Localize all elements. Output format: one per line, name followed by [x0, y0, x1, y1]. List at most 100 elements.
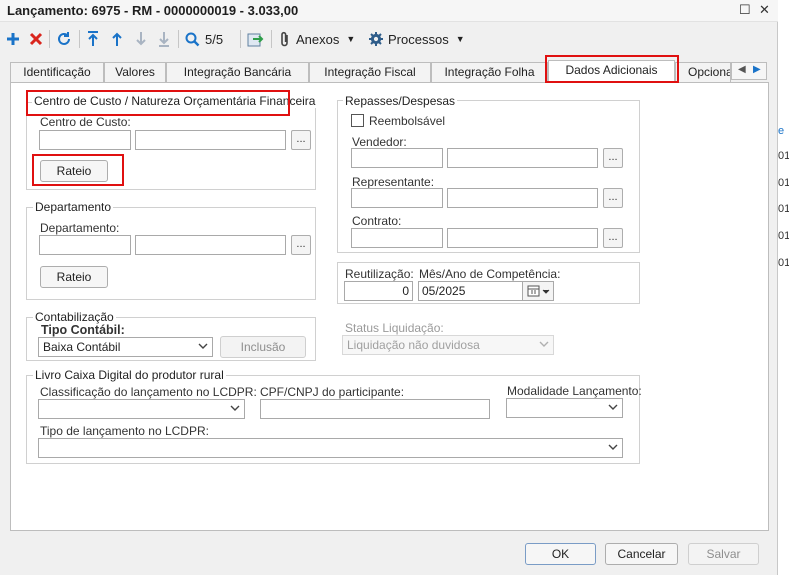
- title-bar: Lançamento: 6975 - RM - 0000000019 - 3.0…: [0, 0, 778, 22]
- classificacao-lcdpr-select[interactable]: [38, 399, 245, 419]
- label-status-liquidacao: Status Liquidação:: [345, 321, 444, 335]
- departamento-description-input[interactable]: [135, 235, 286, 255]
- label-representante: Representante:: [352, 175, 435, 189]
- highlight-box-tab: [545, 55, 679, 83]
- maximize-icon[interactable]: ☐: [739, 2, 751, 18]
- add-icon[interactable]: [6, 28, 20, 50]
- record-position: 5/5: [205, 31, 224, 47]
- delete-icon[interactable]: [29, 28, 43, 50]
- contrato-code-input[interactable]: [351, 228, 443, 248]
- background-cell: 01/: [778, 150, 789, 162]
- export-icon[interactable]: [247, 28, 264, 50]
- refresh-icon[interactable]: [56, 28, 72, 50]
- contrato-lookup-button[interactable]: ...: [603, 228, 623, 248]
- paperclip-icon: [281, 31, 288, 47]
- centro-custo-description-input[interactable]: [135, 130, 286, 150]
- window-title: Lançamento: 6975 - RM - 0000000019 - 3.0…: [7, 3, 299, 18]
- representante-lookup-button[interactable]: ...: [603, 188, 623, 208]
- contrato-description-input[interactable]: [447, 228, 598, 248]
- attachments-label: Anexos: [296, 31, 340, 47]
- chevron-down-icon: [230, 405, 240, 411]
- tipo-contabil-value: Baixa Contábil: [43, 340, 121, 354]
- gear-icon: [369, 32, 383, 46]
- tab-scroll-buttons: ◀ ▶: [731, 62, 767, 80]
- tab-integracao-folha[interactable]: Integração Folha: [431, 62, 548, 82]
- tab-identificacao[interactable]: Identificação: [10, 62, 104, 82]
- tipo-lancamento-lcdpr-select[interactable]: [38, 438, 623, 458]
- group-title-lcdpr: Livro Caixa Digital do produtor rural: [33, 368, 226, 382]
- chevron-right-icon[interactable]: ▶: [753, 64, 761, 75]
- label-departamento: Departamento:: [40, 221, 120, 235]
- next-record-icon: [134, 28, 148, 50]
- vendedor-lookup-button[interactable]: ...: [603, 148, 623, 168]
- background-cell: 01/: [778, 257, 789, 269]
- vendedor-description-input[interactable]: [447, 148, 598, 168]
- chevron-down-icon: [198, 343, 208, 349]
- label-centro-custo: Centro de Custo:: [40, 115, 131, 129]
- label-tipo-lancamento-lcdpr: Tipo de lançamento no LCDPR:: [40, 424, 209, 438]
- reembolsavel-checkbox[interactable]: [351, 114, 364, 127]
- reutilizacao-input[interactable]: 0: [344, 281, 413, 301]
- status-liquidacao-select: Liquidação não duvidosa: [342, 335, 554, 355]
- background-cell: 01/: [778, 230, 789, 242]
- search-icon[interactable]: 5/5: [185, 28, 223, 50]
- centro-custo-code-input[interactable]: [39, 130, 131, 150]
- close-icon[interactable]: ✕: [759, 2, 770, 18]
- label-competencia: Mês/Ano de Competência:: [419, 267, 561, 281]
- departamento-rateio-button[interactable]: Rateio: [40, 266, 108, 288]
- last-record-icon: [157, 28, 171, 50]
- label-tipo-contabil: Tipo Contábil:: [41, 323, 125, 337]
- tab-opcional[interactable]: Opciona: [675, 62, 731, 82]
- save-button[interactable]: Salvar: [688, 543, 759, 565]
- vendedor-code-input[interactable]: [351, 148, 443, 168]
- highlight-box-rateio: [32, 154, 124, 186]
- chevron-down-icon: [608, 444, 618, 450]
- chevron-down-icon: [539, 341, 549, 347]
- processes-menu[interactable]: Processos ▼: [369, 28, 465, 50]
- tipo-contabil-select[interactable]: Baixa Contábil: [38, 337, 213, 357]
- tab-integracao-fiscal[interactable]: Integração Fiscal: [309, 62, 431, 82]
- group-title-contabilizacao: Contabilização: [33, 310, 116, 324]
- centro-custo-lookup-button[interactable]: ...: [291, 130, 311, 150]
- label-cpf-cnpj: CPF/CNPJ do participante:: [260, 385, 405, 399]
- calendar-icon: [527, 285, 550, 297]
- group-title-departamento: Departamento: [33, 200, 114, 214]
- chevron-down-icon: ▼: [346, 34, 356, 44]
- label-reembolsavel: Reembolsável: [369, 114, 446, 128]
- tab-integracao-bancaria[interactable]: Integração Bancária: [166, 62, 309, 82]
- label-reutilizacao: Reutilização:: [345, 267, 414, 281]
- inclusao-button[interactable]: Inclusão: [220, 336, 306, 358]
- chevron-down-icon: [608, 404, 618, 410]
- previous-record-icon[interactable]: [110, 28, 124, 50]
- departamento-lookup-button[interactable]: ...: [291, 235, 311, 255]
- toolbar: 5/5 Anexos ▼ Processos ▼: [0, 26, 778, 52]
- ok-button[interactable]: OK: [525, 543, 596, 565]
- background-column-header: e: [778, 125, 785, 137]
- background-cell: 01/: [778, 203, 789, 215]
- label-contrato: Contrato:: [352, 214, 402, 228]
- cancel-button[interactable]: Cancelar: [605, 543, 678, 565]
- chevron-down-icon: ▼: [455, 34, 465, 44]
- calendar-picker-button[interactable]: [522, 281, 554, 301]
- representante-description-input[interactable]: [447, 188, 598, 208]
- group-title-repasses: Repasses/Despesas: [343, 94, 458, 108]
- first-record-icon[interactable]: [86, 28, 100, 50]
- attachments-menu[interactable]: Anexos ▼: [279, 28, 355, 50]
- departamento-code-input[interactable]: [39, 235, 131, 255]
- label-vendedor: Vendedor:: [352, 135, 407, 149]
- modalidade-lancamento-select[interactable]: [506, 398, 623, 418]
- competencia-input[interactable]: 05/2025: [418, 281, 523, 301]
- cpf-cnpj-input[interactable]: [260, 399, 490, 419]
- background-window-strip: e 01/ 01/ 01/ 01/ 01/: [778, 0, 789, 575]
- representante-code-input[interactable]: [351, 188, 443, 208]
- highlight-box-group-title: [26, 90, 290, 116]
- dialog-window: Lançamento: 6975 - RM - 0000000019 - 3.0…: [0, 0, 778, 575]
- processes-label: Processos: [388, 31, 449, 47]
- label-modalidade-lancamento: Modalidade Lançamento:: [507, 384, 642, 398]
- tab-valores[interactable]: Valores: [104, 62, 166, 82]
- status-liquidacao-value: Liquidação não duvidosa: [347, 338, 480, 352]
- dialog-footer: OK Cancelar Salvar: [0, 534, 778, 575]
- background-cell: 01/: [778, 177, 789, 189]
- label-classificacao-lcdpr: Classificação do lançamento no LCDPR:: [40, 385, 257, 399]
- chevron-left-icon[interactable]: ◀: [738, 64, 746, 75]
